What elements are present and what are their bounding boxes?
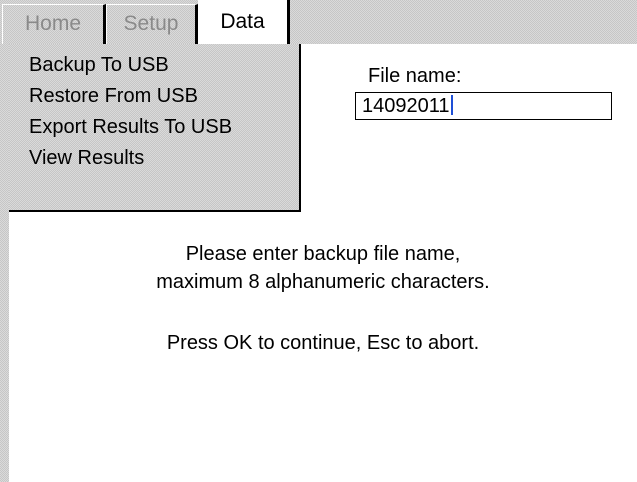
left-border: [0, 44, 9, 482]
menu-item-view-results[interactable]: View Results: [9, 143, 299, 174]
instruction-line-1: Please enter backup file name,: [185, 243, 461, 265]
tab-setup[interactable]: Setup: [106, 4, 198, 44]
text-caret: [450, 95, 453, 115]
tab-bar: Home Setup Data: [0, 0, 637, 44]
file-name-input[interactable]: 14092011: [355, 92, 612, 120]
data-menu: Backup To USB Restore From USB Export Re…: [9, 44, 301, 212]
menu-item-backup-to-usb[interactable]: Backup To USB: [9, 50, 299, 81]
tab-home[interactable]: Home: [2, 4, 106, 44]
menu-item-restore-from-usb[interactable]: Restore From USB: [9, 81, 299, 112]
tab-data[interactable]: Data: [198, 0, 290, 44]
file-name-label: File name:: [368, 65, 462, 87]
instruction-line-3: Press OK to continue, Esc to abort.: [166, 332, 480, 354]
file-name-value: 14092011: [362, 95, 450, 117]
menu-item-export-results-to-usb[interactable]: Export Results To USB: [9, 112, 299, 143]
instruction-line-2: maximum 8 alphanumeric characters.: [156, 271, 490, 293]
